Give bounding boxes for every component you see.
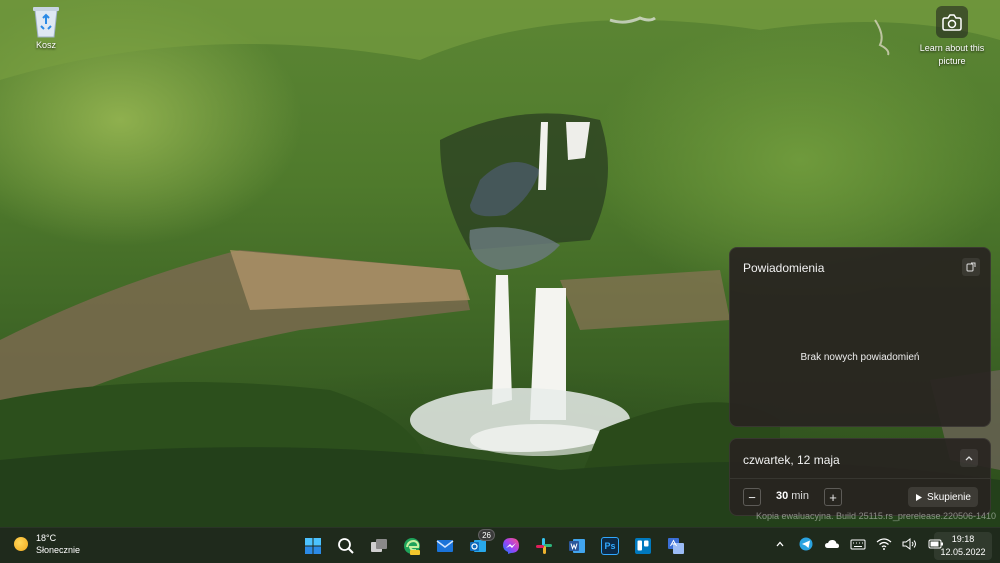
clock-button[interactable]: 19:18 12.05.2022	[934, 532, 992, 560]
search-button[interactable]	[331, 532, 361, 560]
slack-icon	[536, 538, 552, 554]
wifi-icon	[876, 538, 892, 550]
start-focus-button[interactable]: Skupienie	[908, 487, 978, 507]
no-notifications-text: Brak nowych powiadomień	[800, 352, 920, 363]
show-hidden-icons-button[interactable]	[772, 536, 788, 552]
trello-icon	[635, 538, 651, 554]
focus-decrease-button[interactable]: −	[743, 488, 761, 506]
translator-button[interactable]	[661, 532, 691, 560]
evaluation-watermark: Kopia ewaluacyjna. Build 25115.rs_prerel…	[756, 511, 997, 521]
notifications-title: Powiadomienia	[743, 261, 825, 275]
camera-icon	[936, 6, 968, 38]
weather-temperature: 18°C	[36, 533, 57, 543]
onedrive-tray-button[interactable]	[824, 536, 840, 552]
weather-widget[interactable]: 18°C Słonecznie	[14, 532, 80, 556]
bell-settings-icon	[966, 262, 976, 272]
edge-canary-button[interactable]	[397, 532, 427, 560]
plus-icon: +	[829, 489, 837, 505]
play-icon	[916, 493, 923, 501]
word-button[interactable]	[562, 532, 592, 560]
system-tray	[772, 536, 944, 552]
focus-minutes-value: 30	[776, 490, 789, 502]
outlook-unread-badge: 26	[478, 529, 495, 541]
notification-settings-button[interactable]	[962, 258, 980, 276]
notification-center: Powiadomienia Brak nowych powiadomień	[729, 247, 991, 427]
calendar-focus-panel: czwartek, 12 maja − 30 min + Skupienie	[729, 438, 991, 516]
start-focus-label: Skupienie	[927, 491, 971, 503]
keyboard-tray-button[interactable]	[850, 536, 866, 552]
mail-button[interactable]	[430, 532, 460, 560]
trello-button[interactable]	[628, 532, 658, 560]
photoshop-button[interactable]: Ps	[595, 532, 625, 560]
recycle-bin-icon	[31, 4, 61, 38]
calendar-expand-button[interactable]	[960, 449, 978, 467]
edge-icon	[404, 538, 420, 555]
photoshop-icon: Ps	[601, 537, 619, 555]
taskbar: 18°C Słonecznie 26 Ps 19:18 12.05.2022	[0, 527, 1000, 563]
messenger-icon	[503, 538, 519, 554]
minus-icon: −	[748, 489, 756, 505]
windows-logo-icon	[305, 538, 321, 554]
focus-minutes-unit: min	[791, 490, 809, 502]
volume-tray-button[interactable]	[902, 536, 918, 552]
telegram-tray-button[interactable]	[798, 536, 814, 552]
word-icon	[569, 539, 585, 553]
outlook-button[interactable]: 26	[463, 529, 495, 560]
speaker-icon	[902, 538, 916, 550]
learn-about-picture[interactable]: Learn about this picture	[912, 6, 992, 68]
start-button[interactable]	[298, 532, 328, 560]
clock-date: 12.05.2022	[940, 547, 986, 557]
recycle-bin[interactable]: Kosz	[16, 4, 76, 50]
focus-increase-button[interactable]: +	[824, 488, 842, 506]
keyboard-icon	[850, 539, 866, 550]
search-icon	[338, 538, 354, 554]
task-view-icon	[371, 539, 387, 552]
wifi-tray-button[interactable]	[876, 536, 892, 552]
clock-time: 19:18	[951, 534, 975, 544]
cloud-icon	[825, 539, 839, 548]
messenger-button[interactable]	[496, 532, 526, 560]
focus-duration: 30 min	[776, 490, 809, 502]
slack-button[interactable]	[529, 532, 559, 560]
taskbar-apps: 26 Ps	[298, 529, 691, 560]
chevron-up-icon	[776, 541, 784, 547]
chevron-up-icon	[965, 456, 973, 461]
telegram-icon	[799, 537, 813, 551]
learn-about-picture-label: Learn about this picture	[919, 43, 985, 66]
mail-icon	[436, 540, 454, 552]
recycle-bin-label: Kosz	[35, 40, 56, 50]
panel-divider	[730, 478, 990, 479]
sun-icon	[14, 537, 28, 551]
translator-icon	[668, 538, 684, 554]
task-view-button[interactable]	[364, 532, 394, 560]
weather-condition: Słonecznie	[36, 545, 81, 555]
calendar-date[interactable]: czwartek, 12 maja	[743, 453, 840, 467]
